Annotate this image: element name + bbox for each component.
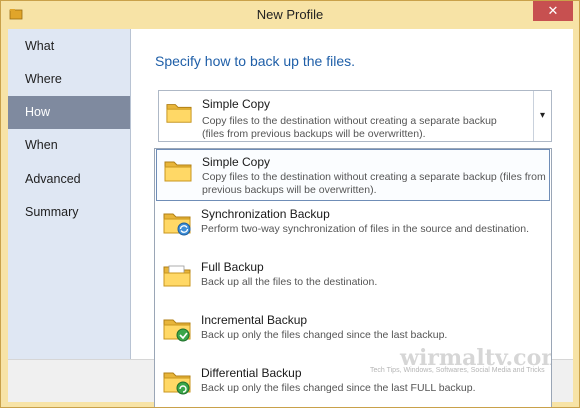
page-heading: Specify how to back up the files. <box>155 53 355 69</box>
option-description: Back up only the files changed since the… <box>201 382 476 394</box>
option-synchronization-backup[interactable]: Synchronization Backup Perform two-way s… <box>156 202 550 254</box>
folder-icon <box>166 104 192 123</box>
watermark-tagline: Tech Tips, Windows, Softwares, Social Me… <box>370 367 545 374</box>
combo-selected-description: Copy files to the destination without cr… <box>202 115 497 140</box>
folder-documents-icon <box>163 265 191 287</box>
folder-sync-icon <box>163 213 191 236</box>
option-full-backup[interactable]: Full Backup Back up all the files to the… <box>156 255 550 307</box>
option-title: Incremental Backup <box>201 313 308 327</box>
window-title: New Profile <box>256 7 324 22</box>
option-title: Full Backup <box>201 260 264 274</box>
option-description: Copy files to the destination without cr… <box>202 171 546 196</box>
sidebar-item-how[interactable]: How <box>8 96 130 129</box>
option-description: Back up only the files changed since the… <box>201 329 448 341</box>
sidebar-item-advanced[interactable]: Advanced <box>8 164 130 194</box>
close-button[interactable]: ✕ <box>533 1 573 21</box>
option-title: Synchronization Backup <box>201 207 330 221</box>
wizard-sidebar: What Where How When Advanced Summary <box>8 29 130 359</box>
sidebar-item-where[interactable]: Where <box>8 64 130 94</box>
backup-type-dropdown-list[interactable]: Simple Copy Copy files to the destinatio… <box>154 148 552 407</box>
folder-incremental-icon <box>163 319 191 342</box>
sidebar-item-summary[interactable]: Summary <box>8 197 130 227</box>
folder-differential-icon <box>163 372 191 395</box>
folder-icon <box>164 161 192 182</box>
chevron-down-icon[interactable]: ▾ <box>533 91 551 141</box>
sidebar-item-what[interactable]: What <box>8 31 130 61</box>
backup-type-combobox[interactable]: Simple Copy Copy files to the destinatio… <box>158 90 552 142</box>
option-description: Perform two-way synchronization of files… <box>201 223 529 235</box>
new-profile-window: New Profile ✕ What Where How When Advanc… <box>0 0 580 408</box>
option-simple-copy[interactable]: Simple Copy Copy files to the destinatio… <box>156 149 550 201</box>
combo-selected-title: Simple Copy <box>202 97 271 111</box>
option-description: Back up all the files to the destination… <box>201 276 378 288</box>
sidebar-item-when[interactable]: When <box>8 130 130 160</box>
option-title: Differential Backup <box>201 366 302 380</box>
title-bar[interactable]: New Profile ✕ <box>1 1 579 29</box>
option-title: Simple Copy <box>202 155 271 169</box>
